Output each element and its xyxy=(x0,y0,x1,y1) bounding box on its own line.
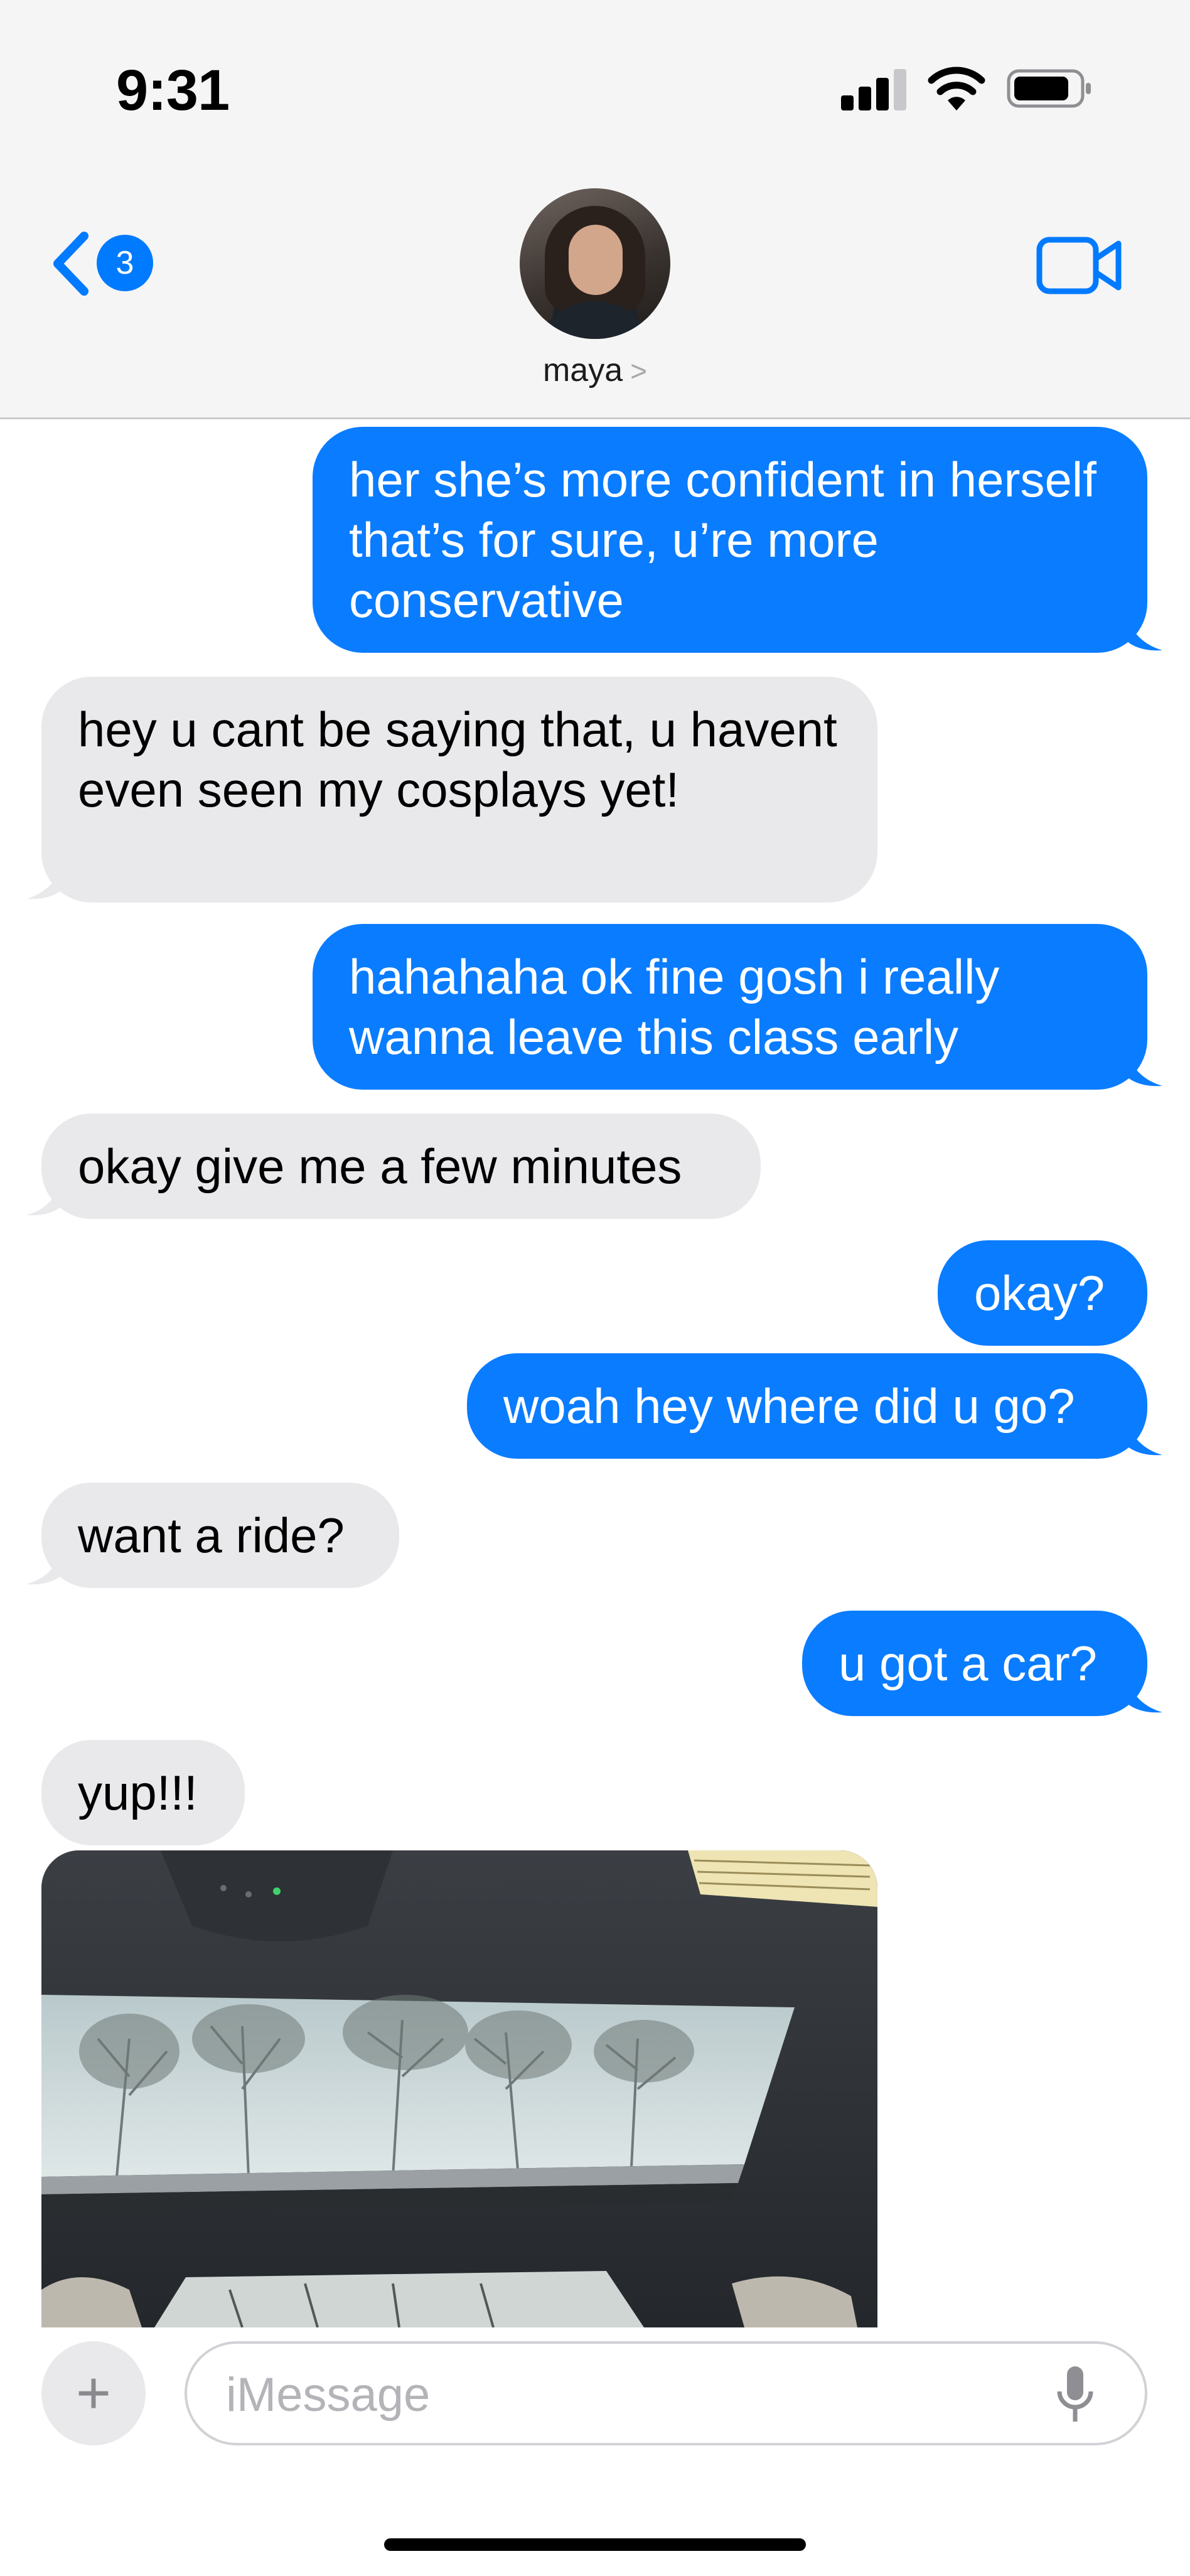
message-bubble-incoming[interactable]: hey u cant be saying that, u havent even… xyxy=(41,677,877,903)
message-input-placeholder: iMessage xyxy=(226,2368,431,2422)
back-button[interactable]: 3 xyxy=(48,226,154,301)
message-text: want a ride? xyxy=(78,1508,345,1563)
message-bubble-outgoing[interactable]: her she’s more confident in herself that… xyxy=(313,427,1147,653)
contact-name: maya xyxy=(542,352,623,389)
message-bubble-incoming[interactable]: yup!!! xyxy=(41,1740,245,1845)
avatar-face xyxy=(569,225,623,295)
bubble-tail xyxy=(1126,1677,1162,1713)
conversation-header: 3 maya > xyxy=(0,163,1190,419)
contact-name-button[interactable]: maya > xyxy=(0,352,1190,389)
bubble-tail xyxy=(1126,615,1162,651)
chevron-right-icon: > xyxy=(630,355,648,387)
message-bubble-outgoing[interactable]: okay? xyxy=(938,1240,1147,1346)
unread-count-badge: 3 xyxy=(97,235,153,291)
car-sunroof-photo[interactable] xyxy=(41,1850,877,2327)
message-text: hahahaha ok fine gosh i really wanna lea… xyxy=(349,949,1000,1065)
message-text: woah hey where did u go? xyxy=(503,1378,1075,1434)
photo-image xyxy=(41,1850,877,2327)
status-bar: 9:31 xyxy=(0,0,1190,163)
message-bubble-outgoing[interactable]: woah hey where did u go? xyxy=(467,1353,1147,1459)
input-bar: + iMessage xyxy=(0,2327,1190,2576)
message-text: u got a car? xyxy=(839,1636,1097,1691)
message-bubble-outgoing[interactable]: u got a car? xyxy=(802,1611,1147,1716)
bubble-tail xyxy=(26,1180,63,1216)
avatar-shirt xyxy=(532,301,658,339)
bubble-tail xyxy=(1126,1051,1162,1087)
message-text: okay give me a few minutes xyxy=(78,1139,682,1194)
message-bubble-incoming[interactable]: okay give me a few minutes xyxy=(41,1114,761,1219)
message-bubble-outgoing[interactable]: hahahaha ok fine gosh i really wanna lea… xyxy=(313,924,1147,1090)
message-input[interactable]: iMessage xyxy=(185,2341,1147,2445)
back-chevron-icon xyxy=(53,232,88,296)
bubble-tail xyxy=(1126,1420,1162,1456)
home-indicator xyxy=(384,2538,806,2551)
message-bubble-incoming[interactable]: want a ride? xyxy=(41,1483,399,1588)
battery-icon xyxy=(1007,69,1091,108)
plus-button[interactable]: + xyxy=(41,2341,146,2445)
message-text: her she’s more confident in herself that… xyxy=(349,452,1096,628)
message-text: yup!!! xyxy=(78,1765,198,1820)
message-thread[interactable]: her she’s more confident in herself that… xyxy=(0,419,1190,2327)
message-text: okay? xyxy=(974,1265,1105,1321)
plus-icon: + xyxy=(75,2359,112,2427)
bubble-tail xyxy=(26,1549,63,1585)
signal-icon xyxy=(841,69,906,110)
bubble-tail xyxy=(26,864,63,899)
status-time: 9:31 xyxy=(116,58,230,122)
video-call-icon[interactable] xyxy=(1036,231,1123,300)
message-text: hey u cant be saying that, u havent even… xyxy=(78,702,837,817)
avatar[interactable] xyxy=(520,188,670,339)
wifi-icon xyxy=(928,67,985,110)
microphone-icon[interactable] xyxy=(1053,2364,1097,2427)
